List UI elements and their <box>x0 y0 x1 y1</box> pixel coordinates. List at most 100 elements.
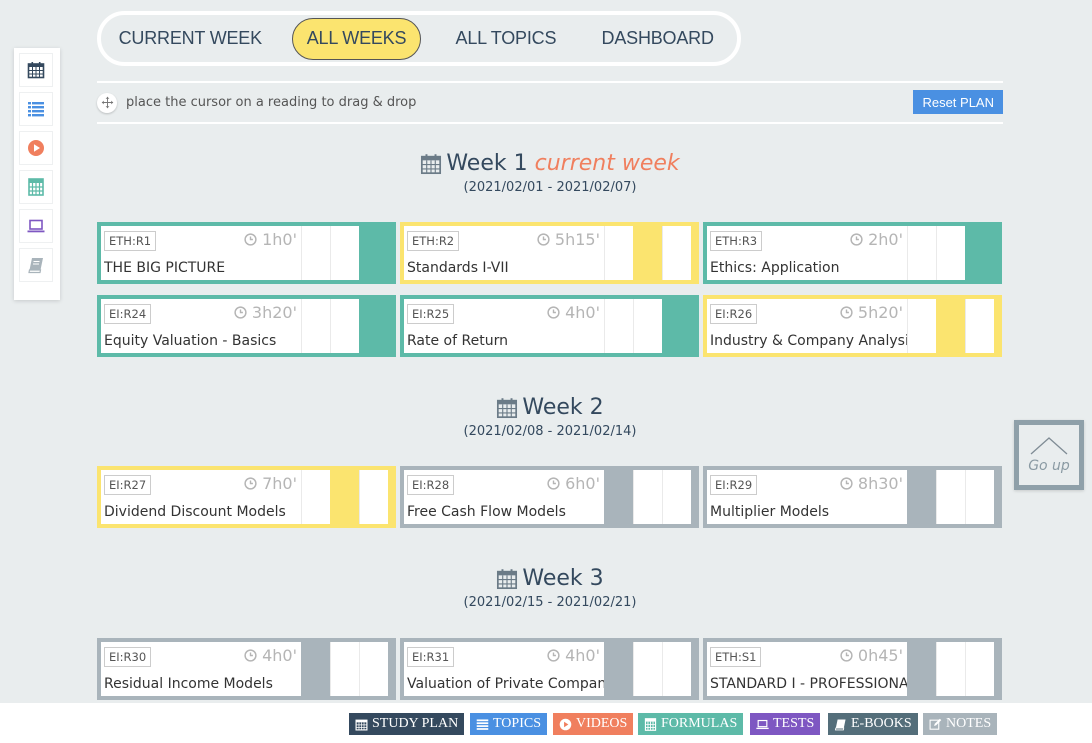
reading-card[interactable]: EI:R29 8h30' Multiplier Models <box>703 466 1002 528</box>
progress-slot[interactable] <box>330 299 359 353</box>
reading-card[interactable]: EI:R31 4h0' Valuation of Private Companies <box>400 638 699 700</box>
reading-card[interactable]: EI:R28 6h0' Free Cash Flow Models <box>400 466 699 528</box>
reading-card-body[interactable]: EI:R26 5h20' Industry & Company Analysis <box>707 299 907 353</box>
week-title: Week 3 <box>522 566 604 591</box>
reading-duration: 1h0' <box>244 230 297 249</box>
progress-slot[interactable] <box>330 226 359 280</box>
sidebar-item-formulas[interactable] <box>19 170 53 204</box>
tests-button[interactable]: TESTS <box>750 713 821 735</box>
reading-card-body[interactable]: EI:R24 3h20' Equity Valuation - Basics <box>101 299 301 353</box>
reading-card[interactable]: ETH:R1 1h0' THE BIG PICTURE <box>97 222 396 284</box>
progress-slot[interactable] <box>965 299 994 353</box>
ebooks-button[interactable]: E-BOOKS <box>828 713 918 735</box>
reading-card-body[interactable]: EI:R30 4h0' Residual Income Models <box>101 642 301 696</box>
progress-slot[interactable] <box>359 299 388 353</box>
progress-slot[interactable] <box>301 226 330 280</box>
reading-duration-text: 4h0' <box>262 646 297 665</box>
progress-slot[interactable] <box>633 299 662 353</box>
progress-slot[interactable] <box>359 642 388 696</box>
reading-code: ETH:S1 <box>710 647 762 667</box>
progress-slot[interactable] <box>633 642 662 696</box>
clock-icon <box>244 649 257 662</box>
progress-slot[interactable] <box>662 642 691 696</box>
progress-slot[interactable] <box>662 470 691 524</box>
week-title: Week 1 <box>446 151 528 176</box>
status-strip <box>388 470 392 524</box>
progress-slot[interactable] <box>301 470 330 524</box>
tab-dashboard[interactable]: DASHBOARD <box>578 18 737 60</box>
reading-card[interactable]: ETH:R3 2h0' Ethics: Application <box>703 222 1002 284</box>
reading-card-body[interactable]: EI:R28 6h0' Free Cash Flow Models <box>404 470 604 524</box>
status-strip <box>994 470 998 524</box>
reading-card-body[interactable]: EI:R31 4h0' Valuation of Private Companies <box>404 642 604 696</box>
progress-slot[interactable] <box>301 642 330 696</box>
go-up-label: Go up <box>1028 458 1070 474</box>
progress-slot[interactable] <box>936 470 965 524</box>
progress-slot[interactable] <box>330 642 359 696</box>
sidebar-item-topics[interactable] <box>19 92 53 126</box>
reading-title: Multiplier Models <box>710 504 830 520</box>
progress-slot[interactable] <box>662 226 691 280</box>
sidebar-item-study-plan[interactable] <box>19 53 53 87</box>
reading-card[interactable]: EI:R26 5h20' Industry & Company Analysis <box>703 295 1002 357</box>
topics-button[interactable]: TOPICS <box>470 713 547 735</box>
study-plan-button[interactable]: STUDY PLAN <box>349 713 465 735</box>
progress-slot[interactable] <box>604 299 633 353</box>
reading-title: Dividend Discount Models <box>104 504 286 520</box>
progress-slot[interactable] <box>604 470 633 524</box>
calendar-icon <box>27 62 45 79</box>
reading-card[interactable]: EI:R27 7h0' Dividend Discount Models <box>97 466 396 528</box>
progress-slot[interactable] <box>907 642 936 696</box>
notes-button[interactable]: NOTES <box>923 713 998 735</box>
sidebar-item-videos[interactable] <box>19 131 53 165</box>
reading-card-body[interactable]: ETH:R2 5h15' Standards I-VII <box>404 226 604 280</box>
play-circle-icon <box>28 140 44 156</box>
progress-slot[interactable] <box>965 226 994 280</box>
progress-slot[interactable] <box>965 470 994 524</box>
progress-slot[interactable] <box>965 642 994 696</box>
tab-all-topics[interactable]: ALL TOPICS <box>433 18 578 60</box>
reading-card-body[interactable]: ETH:R3 2h0' Ethics: Application <box>707 226 907 280</box>
progress-slot[interactable] <box>662 299 691 353</box>
tab-current-week[interactable]: CURRENT WEEK <box>101 18 280 60</box>
reading-card-body[interactable]: ETH:S1 0h45' STANDARD I - PROFESSIONALISM <box>707 642 907 696</box>
reading-duration-text: 4h0' <box>565 646 600 665</box>
hint-text: place the cursor on a reading to drag & … <box>126 95 417 110</box>
reading-card[interactable]: EI:R25 4h0' Rate of Return <box>400 295 699 357</box>
tab-all-weeks[interactable]: ALL WEEKS <box>291 17 422 60</box>
progress-slot[interactable] <box>301 299 330 353</box>
reading-card-body[interactable]: EI:R27 7h0' Dividend Discount Models <box>101 470 301 524</box>
reading-card[interactable]: EI:R30 4h0' Residual Income Models <box>97 638 396 700</box>
reading-card-body[interactable]: EI:R25 4h0' Rate of Return <box>404 299 604 353</box>
status-strip <box>388 642 392 696</box>
progress-slot[interactable] <box>936 642 965 696</box>
progress-slot[interactable] <box>907 470 936 524</box>
progress-slot[interactable] <box>359 226 388 280</box>
progress-slot[interactable] <box>936 299 965 353</box>
reading-card-body[interactable]: EI:R29 8h30' Multiplier Models <box>707 470 907 524</box>
reading-code: EI:R29 <box>710 475 758 495</box>
progress-slot[interactable] <box>604 226 633 280</box>
progress-slot[interactable] <box>633 226 662 280</box>
reading-duration-text: 6h0' <box>565 474 600 493</box>
progress-slot[interactable] <box>936 226 965 280</box>
progress-slot[interactable] <box>907 299 936 353</box>
progress-slot[interactable] <box>359 470 388 524</box>
progress-slot[interactable] <box>330 470 359 524</box>
formulas-button[interactable]: FORMULAS <box>638 713 744 735</box>
reading-card-body[interactable]: ETH:R1 1h0' THE BIG PICTURE <box>101 226 301 280</box>
reading-title: STANDARD I - PROFESSIONALISM <box>710 676 907 692</box>
reading-duration-text: 7h0' <box>262 474 297 493</box>
videos-button[interactable]: VIDEOS <box>553 713 634 735</box>
reading-card[interactable]: ETH:S1 0h45' STANDARD I - PROFESSIONALISM <box>703 638 1002 700</box>
reading-card[interactable]: ETH:R2 5h15' Standards I-VII <box>400 222 699 284</box>
progress-slot[interactable] <box>633 470 662 524</box>
reading-card[interactable]: EI:R24 3h20' Equity Valuation - Basics <box>97 295 396 357</box>
reset-plan-button[interactable]: Reset PLAN <box>913 90 1003 114</box>
sidebar-item-tests[interactable] <box>19 209 53 243</box>
sidebar-item-ebooks[interactable] <box>19 248 53 282</box>
go-up-button[interactable]: Go up <box>1014 420 1084 490</box>
status-strip <box>691 470 695 524</box>
progress-slot[interactable] <box>604 642 633 696</box>
progress-slot[interactable] <box>907 226 936 280</box>
